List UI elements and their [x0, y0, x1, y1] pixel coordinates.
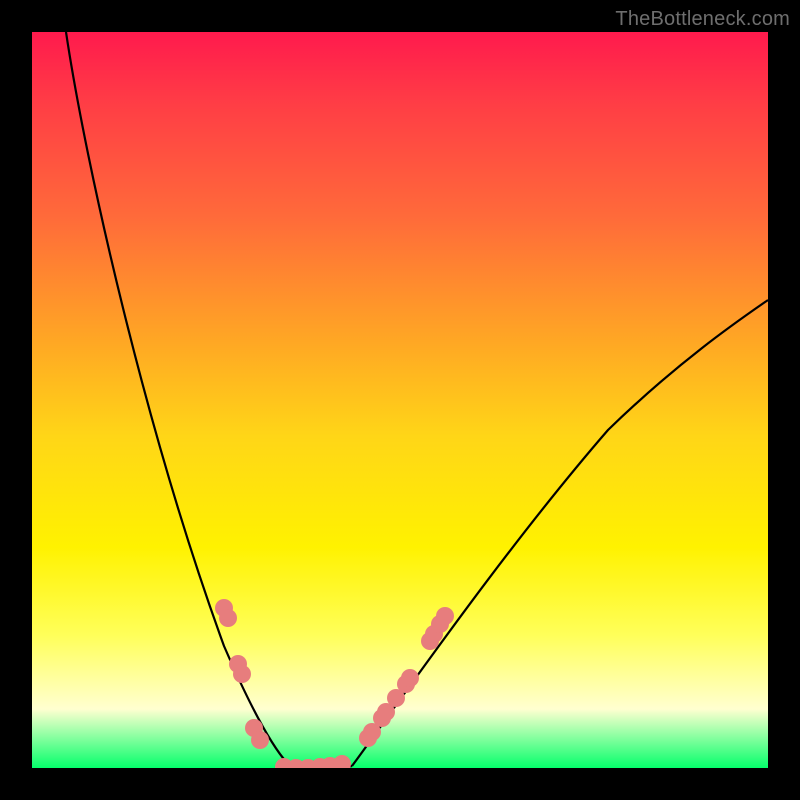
- data-marker: [436, 607, 454, 625]
- chart-svg: [32, 32, 768, 768]
- data-marker: [401, 669, 419, 687]
- data-marker: [219, 609, 237, 627]
- data-marker: [233, 665, 251, 683]
- plot-area: [32, 32, 768, 768]
- data-markers: [215, 599, 454, 768]
- curve-left-path: [66, 32, 290, 766]
- curve-right-path: [352, 300, 768, 766]
- bottleneck-curve: [66, 32, 768, 768]
- data-marker: [333, 755, 351, 768]
- chart-frame: TheBottleneck.com: [0, 0, 800, 800]
- watermark-text: TheBottleneck.com: [615, 8, 790, 31]
- data-marker: [251, 731, 269, 749]
